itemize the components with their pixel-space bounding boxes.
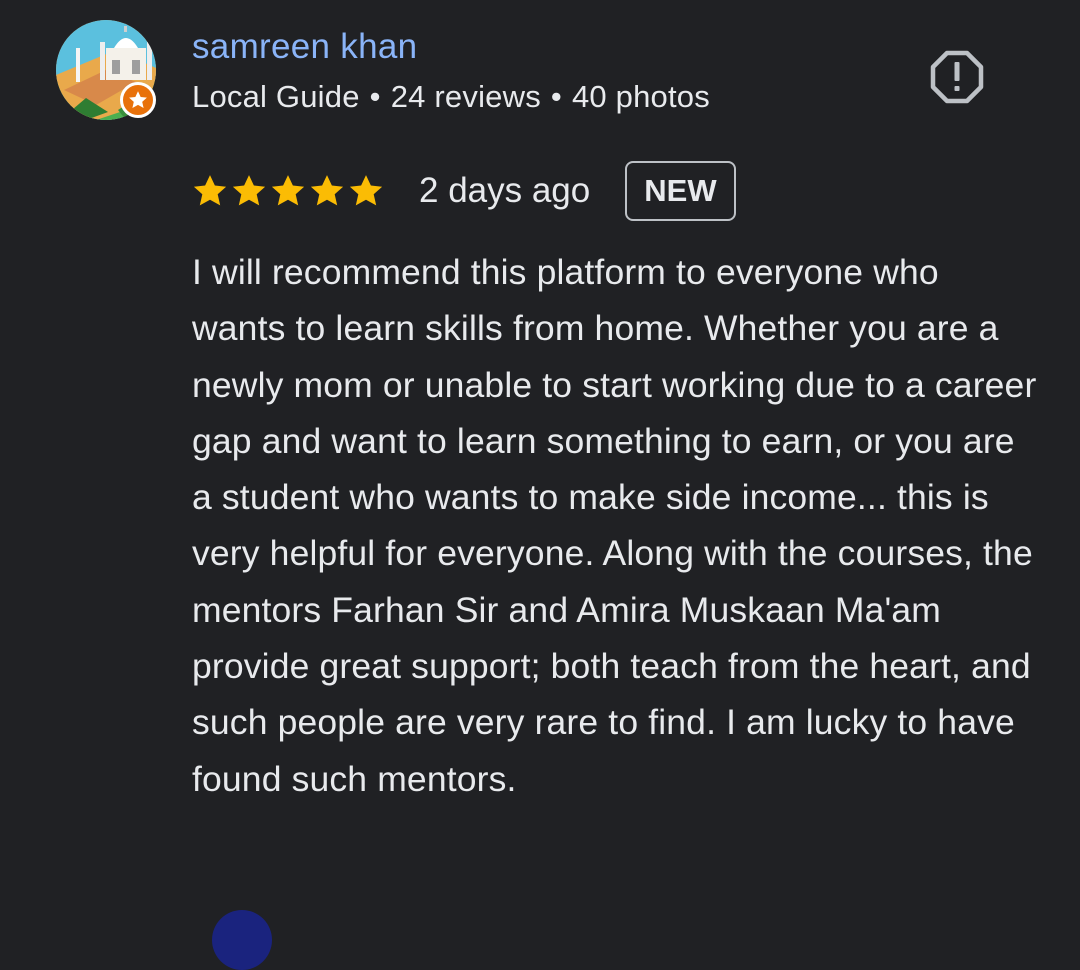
review-card: samreen khan Local Guide • 24 reviews • 40 p… — [0, 0, 1080, 970]
meta-separator: • — [369, 79, 381, 114]
star-icon — [310, 175, 344, 206]
rating-row: 2 days ago NEW — [192, 158, 736, 224]
next-review-avatar — [212, 910, 272, 970]
review-text: I will recommend this platform to everyo… — [192, 252, 1037, 799]
local-guide-label: Local Guide — [192, 79, 360, 114]
local-guide-badge — [120, 82, 156, 118]
star-icon — [193, 175, 227, 206]
star-icon — [129, 91, 147, 108]
new-badge: NEW — [625, 161, 736, 221]
author-meta: Local Guide • 24 reviews • 40 photos — [192, 78, 710, 116]
star-icon — [271, 175, 305, 206]
star-icon — [232, 175, 266, 206]
meta-separator: • — [550, 79, 562, 114]
star-icon — [349, 175, 383, 206]
star-rating — [192, 174, 384, 208]
author-avatar[interactable] — [56, 20, 158, 122]
report-review-button[interactable] — [928, 50, 986, 104]
photo-count: 40 photos — [571, 79, 710, 114]
report-octagon-icon — [930, 50, 984, 104]
author-name[interactable]: samreen khan — [192, 26, 417, 68]
review-count: 24 reviews — [390, 79, 541, 114]
review-time: 2 days ago — [419, 171, 591, 210]
